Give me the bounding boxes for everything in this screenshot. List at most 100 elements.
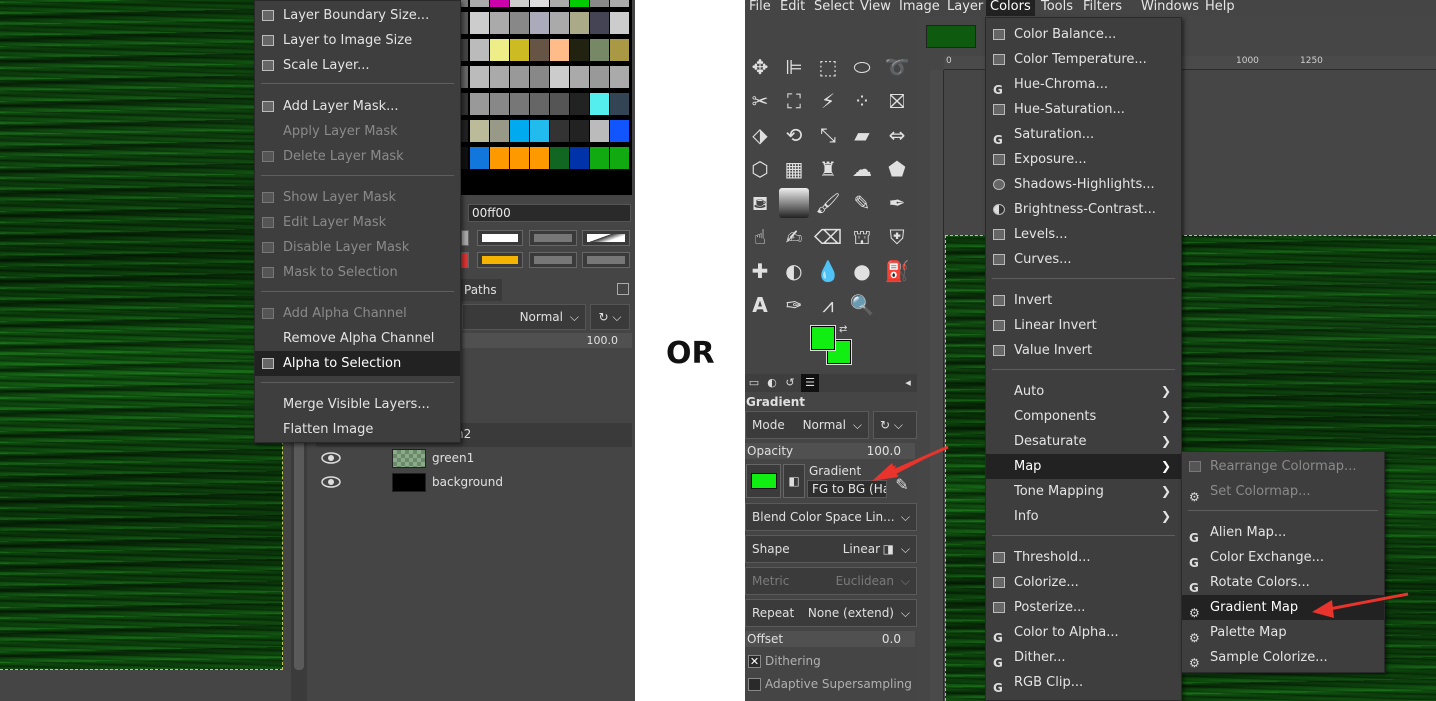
brush-gray-button[interactable] <box>529 230 577 246</box>
blur-icon[interactable]: 💧 <box>813 256 843 286</box>
palette-swatch[interactable] <box>460 93 468 115</box>
smudge-icon[interactable]: ☝ <box>745 222 775 252</box>
menu-item-layer-to-image-size[interactable]: Layer to Image Size <box>255 28 460 53</box>
palette-swatch[interactable] <box>490 93 509 115</box>
palette-swatch[interactable] <box>530 120 549 142</box>
menu-select[interactable]: Select <box>814 0 854 16</box>
palette-swatch[interactable] <box>490 12 509 34</box>
mypaint-icon[interactable]: ✍ <box>779 222 809 252</box>
palette-swatch[interactable] <box>510 66 529 88</box>
palette-swatch[interactable] <box>470 147 489 169</box>
dodge-icon[interactable]: ◐ <box>779 256 809 286</box>
layer-opacity-slider[interactable]: 100.0 <box>462 333 632 348</box>
palette-swatch[interactable] <box>590 66 609 88</box>
menu-item-rgb-clip[interactable]: G RGB Clip... <box>986 670 1181 695</box>
menu-help[interactable]: Help <box>1205 0 1235 16</box>
menu-item-posterize[interactable]: Posterize... <box>986 595 1181 620</box>
paintbrush-icon[interactable]: 🖌 <box>813 188 843 218</box>
gradient-preview-button[interactable] <box>582 230 630 246</box>
brush-button[interactable] <box>461 230 469 246</box>
palette-swatch[interactable] <box>550 147 569 169</box>
palette-swatch[interactable] <box>610 93 629 115</box>
palette-swatch[interactable] <box>590 39 609 61</box>
foreground-select-icon[interactable]: ⛶ <box>779 86 809 116</box>
palette-swatch[interactable] <box>570 12 589 34</box>
fuzzy-select-icon[interactable]: ⚡ <box>813 86 843 116</box>
palette-swatch[interactable] <box>570 120 589 142</box>
menu-item-alien-map[interactable]: G Alien Map... <box>1182 520 1384 545</box>
menu-item-apply-layer-mask[interactable]: Apply Layer Mask <box>255 119 460 144</box>
brush-white-button[interactable] <box>477 230 523 246</box>
menu-item-colorize[interactable]: Colorize... <box>986 570 1181 595</box>
gradient-swatch-button[interactable] <box>746 464 781 498</box>
handle-transform-icon[interactable]: ⬟ <box>882 154 912 184</box>
palette-swatch[interactable] <box>530 93 549 115</box>
menu-item-auto[interactable]: Auto ❯ <box>986 379 1181 404</box>
menu-item-levels[interactable]: Levels... <box>986 222 1181 247</box>
menu-item-value-invert[interactable]: Value Invert <box>986 338 1181 363</box>
menu-image[interactable]: Image <box>899 0 940 16</box>
adaptive-supersampling-checkbox[interactable] <box>748 678 761 691</box>
menu-item-show-layer-mask[interactable]: Show Layer Mask <box>255 185 460 210</box>
menu-item-color-balance[interactable]: Color Balance... <box>986 22 1181 47</box>
menu-item-brightness-contrast[interactable]: Brightness-Contrast... <box>986 197 1181 222</box>
menu-item-components[interactable]: Components ❯ <box>986 404 1181 429</box>
palette-swatch[interactable] <box>460 66 468 88</box>
palette-swatch[interactable] <box>490 120 509 142</box>
tab-menu-icon[interactable]: ◂ <box>899 374 917 392</box>
clone-icon[interactable]: ⛫ <box>847 222 877 252</box>
menu-item-desaturate[interactable]: Desaturate ❯ <box>986 429 1181 454</box>
palette-swatch[interactable] <box>590 12 609 34</box>
swap-colors-icon[interactable]: ⇄ <box>839 324 847 335</box>
palette-swatch[interactable] <box>470 93 489 115</box>
palette-swatch[interactable] <box>610 12 629 34</box>
foreground-color-swatch[interactable] <box>810 325 836 351</box>
palette-swatch[interactable] <box>460 39 468 61</box>
gradient-tool-icon[interactable] <box>779 188 809 218</box>
shape-select[interactable]: Shape Linear ◨ ⌵ <box>745 535 917 563</box>
grid-transform-icon[interactable]: ▦ <box>779 154 809 184</box>
align-tool-icon[interactable]: ⊫ <box>779 52 809 82</box>
repeat-select[interactable]: Repeat None (extend) ⌵ <box>745 599 917 627</box>
image-tab-thumbnail[interactable] <box>926 25 976 48</box>
palette-swatch[interactable] <box>610 0 629 7</box>
palette-swatch[interactable] <box>570 39 589 61</box>
move-tool-icon[interactable]: ✥ <box>745 52 775 82</box>
cage-icon[interactable]: ♜ <box>813 154 843 184</box>
rotate-icon[interactable]: ⟲ <box>779 120 809 150</box>
palette-swatch[interactable] <box>470 0 489 7</box>
menu-item-sample-colorize[interactable]: ⚙ Sample Colorize... <box>1182 645 1384 670</box>
bucket-fill-icon[interactable]: ⛾ <box>745 188 775 218</box>
menu-item-saturation[interactable]: G Saturation... <box>986 122 1181 147</box>
unified-transform-icon[interactable]: ⬗ <box>745 120 775 150</box>
pattern-gray2-button[interactable] <box>582 252 630 268</box>
palette-swatch[interactable] <box>550 66 569 88</box>
smudge-blob-icon[interactable]: ● <box>847 256 877 286</box>
crop-icon[interactable]: ⛝ <box>882 86 912 116</box>
hex-color-field[interactable]: 00ff00 <box>468 204 631 222</box>
palette-swatch[interactable] <box>510 147 529 169</box>
palette-swatch[interactable] <box>530 147 549 169</box>
menu-item-mask-to-selection[interactable]: Mask to Selection <box>255 260 460 285</box>
palette-swatch[interactable] <box>550 93 569 115</box>
palette-swatch[interactable] <box>530 0 549 7</box>
menu-layer[interactable]: Layer <box>947 0 983 16</box>
perspective-icon[interactable]: ⬡ <box>745 154 775 184</box>
pattern-red-button[interactable] <box>461 252 469 268</box>
palette-swatch[interactable] <box>590 120 609 142</box>
eye-icon[interactable] <box>321 451 341 465</box>
menu-item-info[interactable]: Info ❯ <box>986 504 1181 529</box>
menu-item-add-layer-mask[interactable]: Add Layer Mask... <box>255 94 460 119</box>
zoom-icon[interactable]: 🔍 <box>847 290 877 320</box>
ellipse-select-icon[interactable]: ⬭ <box>847 52 877 82</box>
menu-item-shadows-highlights[interactable]: Shadows-Highlights... <box>986 172 1181 197</box>
palette-swatch[interactable] <box>590 147 609 169</box>
palette-swatch[interactable] <box>510 12 529 34</box>
menu-windows[interactable]: Windows <box>1141 0 1199 16</box>
scissors-icon[interactable]: ✂ <box>745 86 775 116</box>
menu-item-hue-chroma[interactable]: G Hue-Chroma... <box>986 72 1181 97</box>
palette-swatch[interactable] <box>530 39 549 61</box>
tool-options-tab-icon[interactable]: ▭ <box>745 374 763 392</box>
palette-swatch[interactable] <box>610 147 629 169</box>
menu-file[interactable]: File <box>749 0 771 16</box>
